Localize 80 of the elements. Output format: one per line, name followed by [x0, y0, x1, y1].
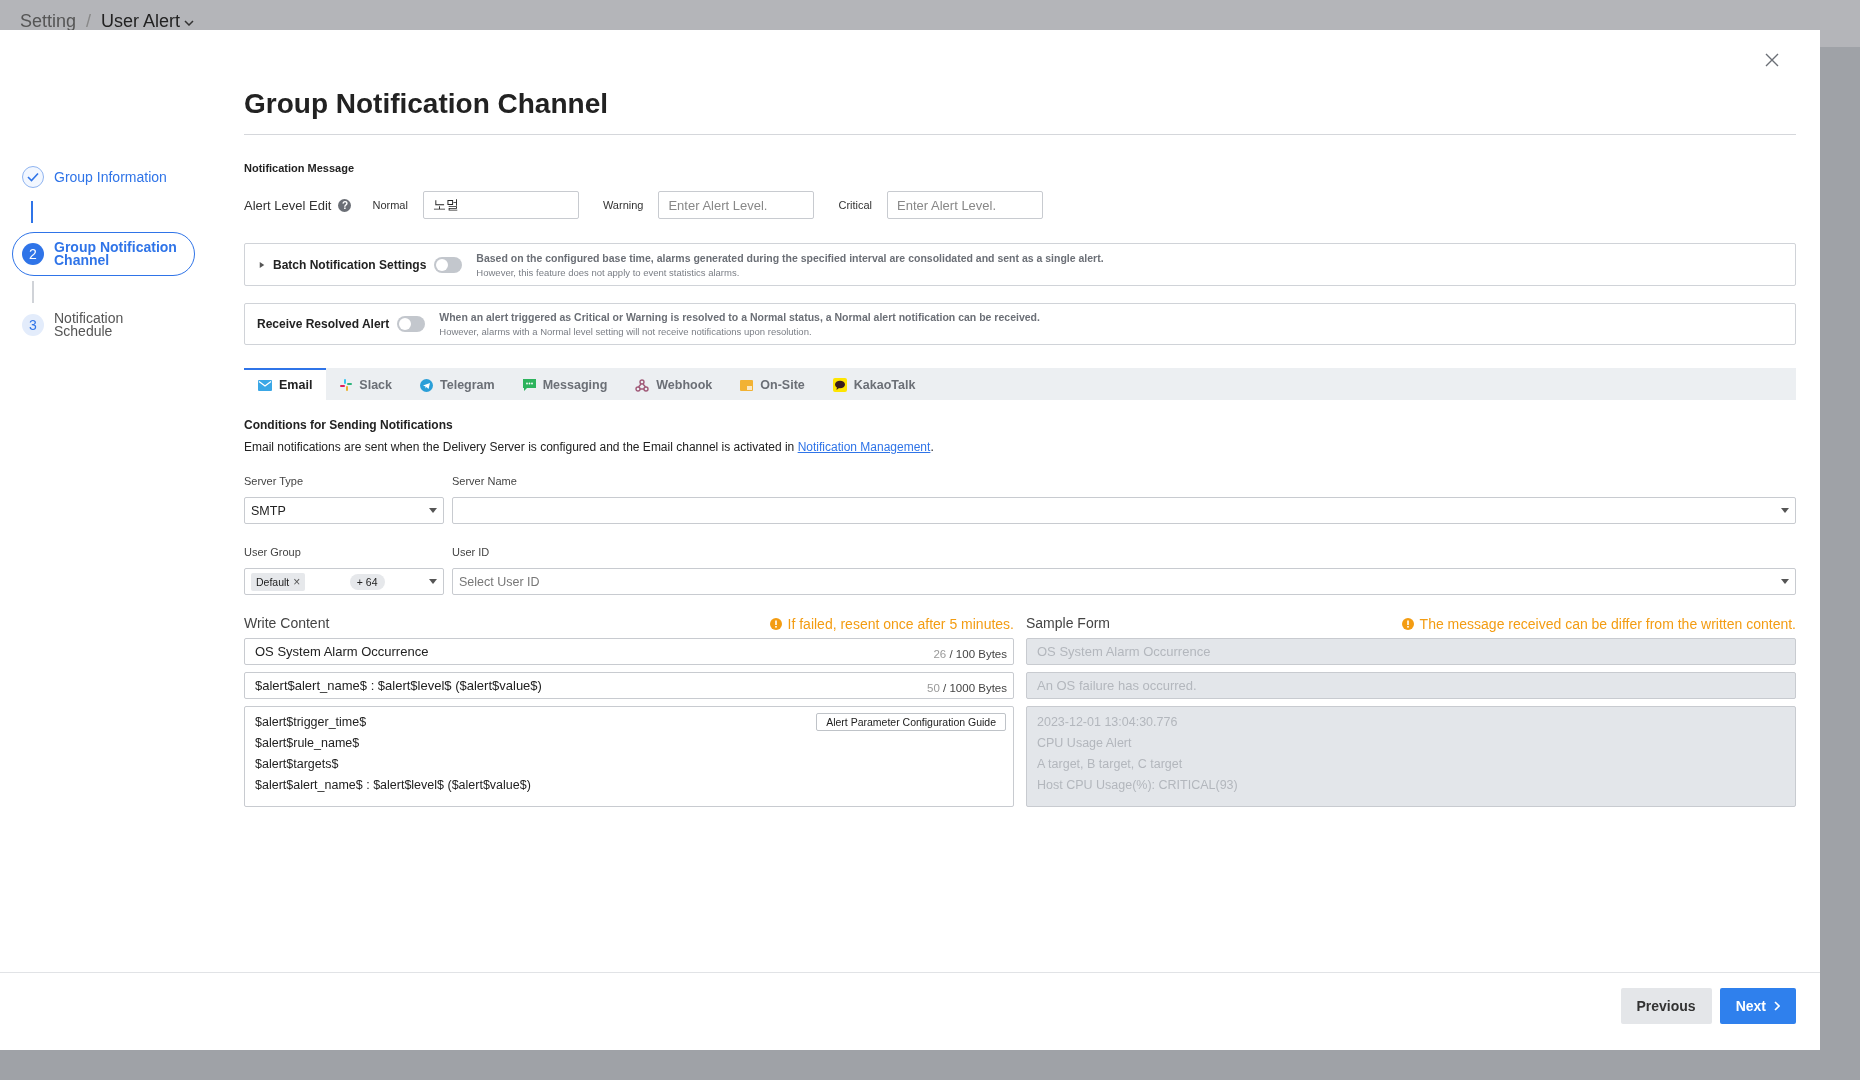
option-note: However, alarms with a Normal level setting will not receive notifications upon resolution.: [439, 326, 813, 337]
guide-button[interactable]: Alert Parameter Configuration Guide: [816, 713, 1006, 731]
user-group-select[interactable]: Default × + 64: [244, 568, 444, 595]
group-tag: Default ×: [251, 572, 306, 591]
channel-tab[interactable]: On-Site: [726, 368, 819, 400]
body-line: $alert$alert_name$ : $alert$level$ ($alert$value$): [255, 779, 531, 792]
field-label: User ID: [452, 545, 491, 559]
field-label: Warning: [602, 199, 644, 211]
channel-tab[interactable]: Slack: [326, 368, 407, 400]
dialog-title: Group Notification Channel: [244, 87, 609, 121]
check-icon: [22, 166, 44, 188]
input-field[interactable]: 노멀: [422, 191, 579, 219]
breadcrumb-item[interactable]: Setting: [20, 10, 77, 32]
section-heading: Notification Message: [244, 161, 356, 176]
hash-icon: [340, 379, 353, 391]
breadcrumb-item[interactable]: User Alert: [101, 10, 181, 32]
field-label: Critical: [838, 199, 873, 211]
conditions-description: Email notifications are sent when the Delivery Server is configured and the Email channel is activated in Notification Management.: [244, 439, 935, 455]
next-button[interactable]: Next: [1719, 988, 1796, 1024]
step-number: 2: [22, 243, 44, 265]
byte-counter: 50 / 1000 Bytes: [927, 682, 1007, 694]
channel-tab[interactable]: KakaoTalk: [818, 368, 930, 400]
message-body-field[interactable]: $alert$trigger_time$ $alert$rule_name$ $alert$targets$ $alert$alert_name$ : $alert$level$ ($alert$value$) Alert Parameter Configuration Guide: [244, 706, 1014, 807]
option-note: However, this feature does not apply to event statistics alarms.: [476, 266, 741, 278]
option-description: When an alert triggered as Critical or Warning is resolved to a Normal status, a Normal alert notification can be received.: [439, 311, 1040, 323]
breadcrumb-separator: /: [86, 10, 92, 32]
byte-counter: 26 / 100 Bytes: [933, 648, 1007, 660]
caret-icon: [429, 508, 437, 513]
channel-tab[interactable]: Email: [244, 368, 327, 400]
paper-plane-icon: [420, 378, 434, 392]
input-field[interactable]: OS System Alarm Occurrence 26 / 100 Bytes: [244, 638, 1014, 665]
warning-icon: [1401, 618, 1414, 630]
body-line: $alert$targets$: [255, 758, 339, 771]
field-label: Alert Level Edit: [244, 197, 332, 213]
window-icon: [740, 379, 754, 391]
option-description: Based on the configured base time, alarms generated during the specified interval are consolidated and sent as a single alert.: [476, 251, 1104, 264]
warning-icon: [769, 618, 782, 630]
toggle-switch[interactable]: [397, 316, 426, 332]
channel-tab[interactable]: Messaging: [508, 368, 622, 400]
caret-icon: [1781, 508, 1789, 513]
caret-icon[interactable]: [259, 260, 265, 269]
body-line: $alert$trigger_time$: [255, 716, 367, 729]
caret-icon: [1781, 579, 1789, 584]
select-placeholder: Select User ID: [459, 574, 540, 589]
help-icon[interactable]: ?: [338, 198, 352, 212]
speech-bubble-icon: [832, 378, 847, 392]
close-icon[interactable]: [1765, 53, 1779, 67]
step-number: 3: [22, 314, 44, 336]
user-id-select[interactable]: Select User ID: [452, 568, 1796, 595]
column-title: Write Content: [244, 614, 330, 632]
more-count: + 64: [349, 573, 385, 590]
warning-text: The message received can be differ from the written content.: [1401, 616, 1796, 632]
step-label: Group Notification Channel: [54, 241, 178, 267]
column-title: Sample Form: [1026, 614, 1111, 632]
input-field[interactable]: Enter Alert Level.: [887, 191, 1044, 219]
previous-button[interactable]: Previous: [1620, 988, 1712, 1024]
chevron-right-icon: [1774, 1001, 1780, 1011]
input-field[interactable]: $alert$alert_name$ : $alert$level$ ($alert$value$) 50 / 1000 Bytes: [244, 672, 1014, 699]
section-heading: Conditions for Sending Notifications: [244, 417, 454, 433]
step-label: Group Information: [54, 170, 167, 184]
caret-icon: [429, 579, 437, 584]
option-label: Batch Notification Settings: [273, 257, 427, 272]
step-label: Notification Schedule: [54, 312, 125, 338]
remove-tag-button[interactable]: ×: [293, 576, 301, 587]
input-field[interactable]: Enter Alert Level.: [658, 191, 815, 219]
channel-tab[interactable]: Webhook: [621, 368, 727, 400]
chevron-down-icon[interactable]: [184, 20, 195, 26]
body-line: $alert$rule_name$: [255, 737, 360, 750]
warning-text: If failed, resent once after 5 minutes.: [769, 616, 1014, 632]
server-type-select[interactable]: SMTP: [244, 497, 444, 524]
field-label: Normal: [372, 199, 408, 211]
channel-tab[interactable]: Telegram: [406, 368, 509, 400]
envelope-icon: [258, 379, 272, 391]
chat-bubble-icon: [522, 379, 536, 391]
field-label: Server Name: [452, 474, 518, 488]
webhook-icon: [635, 378, 650, 392]
toggle-switch[interactable]: [434, 256, 463, 273]
field-label: User Group: [244, 545, 302, 559]
field-label: Server Type: [244, 474, 305, 488]
option-label: Receive Resolved Alert: [257, 317, 390, 331]
